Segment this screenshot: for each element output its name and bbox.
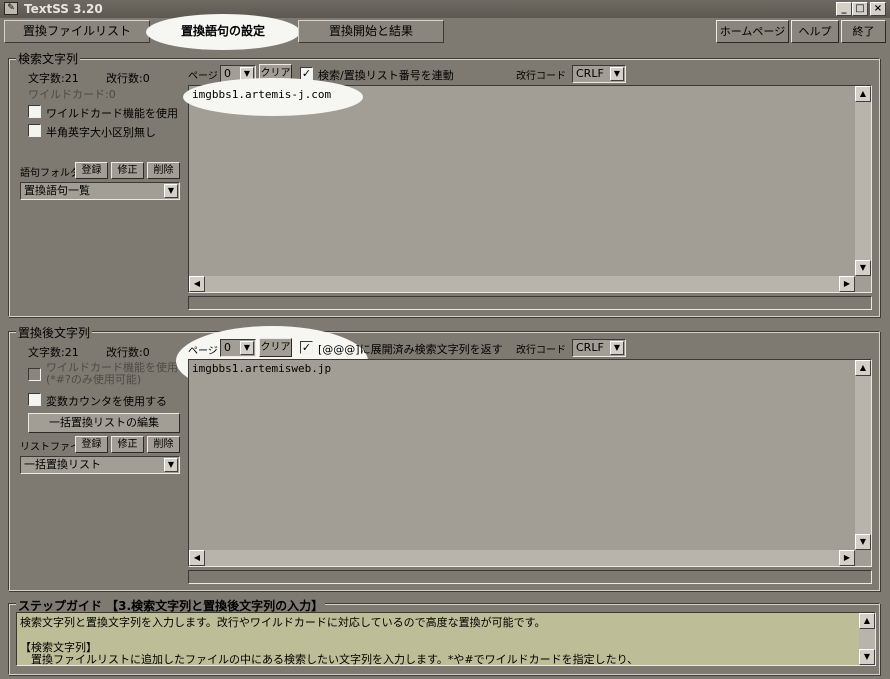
search-newline-select[interactable]: CRLF ▼: [572, 65, 626, 83]
close-icon[interactable]: ×: [870, 2, 886, 16]
bulk-list-edit-button[interactable]: 一括置換リストの編集: [28, 413, 180, 433]
replace-line-count: 改行数:0: [106, 346, 150, 359]
replace-newline-select[interactable]: CRLF ▼: [572, 339, 626, 357]
replace-status-bar: [188, 570, 872, 584]
maximize-icon[interactable]: □: [852, 2, 868, 16]
replace-wildcard-label: ワイルドカード機能を使用 (*#?のみ使用可能): [46, 362, 178, 386]
chevron-down-icon[interactable]: ▼: [164, 184, 178, 198]
scroll-right-icon[interactable]: ▶: [839, 276, 855, 292]
scroll-right-icon[interactable]: ▶: [839, 550, 855, 566]
replace-hscrollbar[interactable]: ◀ ▶: [189, 550, 855, 566]
replace-wildcard-label-line2: (*#?のみ使用可能): [46, 373, 142, 386]
replace-page-select[interactable]: 0 ▼: [220, 339, 256, 357]
replace-vscrollbar[interactable]: ▲ ▼: [855, 360, 871, 550]
replace-page-value: 0: [224, 341, 231, 354]
guide-vscrollbar[interactable]: ▲ ▼: [859, 613, 875, 665]
title-bar: ✎ TextSS 3.20 _ □ ×: [0, 0, 890, 18]
search-vscrollbar[interactable]: ▲ ▼: [855, 86, 871, 276]
home-page-button[interactable]: ホームページ: [716, 20, 789, 43]
search-case-checkbox[interactable]: [28, 124, 41, 137]
app-icon[interactable]: ✎: [4, 2, 18, 15]
search-char-count: 文字数:21: [28, 72, 79, 85]
help-button[interactable]: ヘルプ: [791, 20, 839, 43]
list-file-select[interactable]: 一括置換リスト ▼: [20, 456, 180, 474]
scroll-down-icon[interactable]: ▼: [855, 260, 871, 276]
search-delete-button[interactable]: 削除: [147, 162, 180, 179]
search-status-bar: [188, 296, 872, 310]
replace-register-button[interactable]: 登録: [75, 436, 108, 453]
replace-text-area[interactable]: imgbbs1.artemisweb.jp ▲ ▼ ◀ ▶: [188, 359, 872, 567]
search-link-label: 検索/置換リスト番号を連動: [318, 69, 454, 82]
list-file-value: 一括置換リスト: [24, 458, 101, 471]
guide-text-area[interactable]: 検索文字列と置換文字列を入力します。改行やワイルドカードに対応しているので高度な…: [16, 612, 876, 666]
scroll-up-icon[interactable]: ▲: [859, 613, 875, 629]
search-newline-value: CRLF: [576, 67, 604, 80]
guide-line-4: 置換ファイルリストに追加したファイルの中にある検索したい文字列を入力します。*や…: [20, 653, 639, 666]
scroll-down-icon[interactable]: ▼: [859, 649, 875, 665]
window-title: TextSS 3.20: [24, 2, 103, 16]
replace-modify-button[interactable]: 修正: [111, 436, 144, 453]
replace-delete-button[interactable]: 削除: [147, 436, 180, 453]
scroll-up-icon[interactable]: ▲: [855, 86, 871, 102]
replace-expand-checkbox[interactable]: ✓: [300, 341, 313, 354]
search-page-value: 0: [224, 67, 231, 80]
replace-clear-button[interactable]: クリア: [259, 338, 292, 357]
guide-line-1: 検索文字列と置換文字列を入力します。改行やワイルドカードに対応しているので高度な…: [20, 616, 546, 629]
search-page-label: ページ: [188, 71, 218, 82]
replace-char-count: 文字数:21: [28, 346, 79, 359]
search-text: imgbbs1.artemis-j.com: [192, 88, 332, 101]
replace-counter-label: 変数カウンタを使用する: [46, 395, 167, 408]
tab-file-list[interactable]: 置換ファイルリスト: [4, 20, 150, 43]
replace-legend: 置換後文字列: [16, 324, 93, 341]
tab-start-results[interactable]: 置換開始と結果: [298, 20, 444, 43]
chevron-down-icon[interactable]: ▼: [610, 67, 624, 81]
replace-newline-value: CRLF: [576, 341, 604, 354]
search-newline-label: 改行コード: [516, 71, 566, 82]
replace-text: imgbbs1.artemisweb.jp: [192, 362, 332, 375]
chevron-down-icon[interactable]: ▼: [240, 341, 254, 355]
scroll-left-icon[interactable]: ◀: [189, 276, 205, 292]
chevron-down-icon[interactable]: ▼: [610, 341, 624, 355]
scroll-left-icon[interactable]: ◀: [189, 550, 205, 566]
search-legend: 検索文字列: [16, 50, 81, 67]
search-modify-button[interactable]: 修正: [111, 162, 144, 179]
search-wildcard-label: ワイルドカード機能を使用: [46, 107, 178, 120]
scroll-up-icon[interactable]: ▲: [855, 360, 871, 376]
replace-newline-label: 改行コード: [516, 345, 566, 356]
search-hscrollbar[interactable]: ◀ ▶: [189, 276, 855, 292]
phrase-folder-value: 置換語句一覧: [24, 184, 90, 197]
replace-counter-checkbox[interactable]: [28, 393, 41, 406]
minimize-icon[interactable]: _: [836, 2, 852, 16]
tab-phrase-settings[interactable]: 置換語句の設定: [150, 17, 296, 45]
chevron-down-icon[interactable]: ▼: [164, 458, 178, 472]
search-case-label: 半角英字大小区別無し: [46, 126, 156, 139]
search-wildcard-count: ワイルドカード:0: [28, 88, 116, 101]
replace-wildcard-checkbox[interactable]: [28, 368, 41, 381]
search-wildcard-checkbox[interactable]: [28, 105, 41, 118]
replace-page-label: ページ: [188, 346, 218, 357]
phrase-folder-select[interactable]: 置換語句一覧 ▼: [20, 182, 180, 200]
exit-button[interactable]: 終了: [841, 20, 886, 43]
phrase-folder-label: 語句フォルダ: [20, 168, 80, 179]
search-line-count: 改行数:0: [106, 72, 150, 85]
scroll-down-icon[interactable]: ▼: [855, 534, 871, 550]
replace-expand-label: [@@@]に展開済み検索文字列を返す: [318, 343, 503, 356]
search-register-button[interactable]: 登録: [75, 162, 108, 179]
search-text-area[interactable]: imgbbs1.artemis-j.com ▲ ▼ ◀ ▶: [183, 78, 872, 293]
